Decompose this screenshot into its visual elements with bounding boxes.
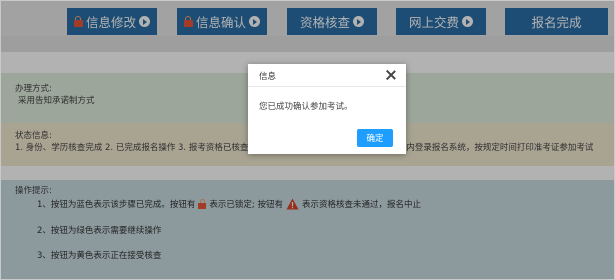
page-frame — [0, 0, 615, 280]
